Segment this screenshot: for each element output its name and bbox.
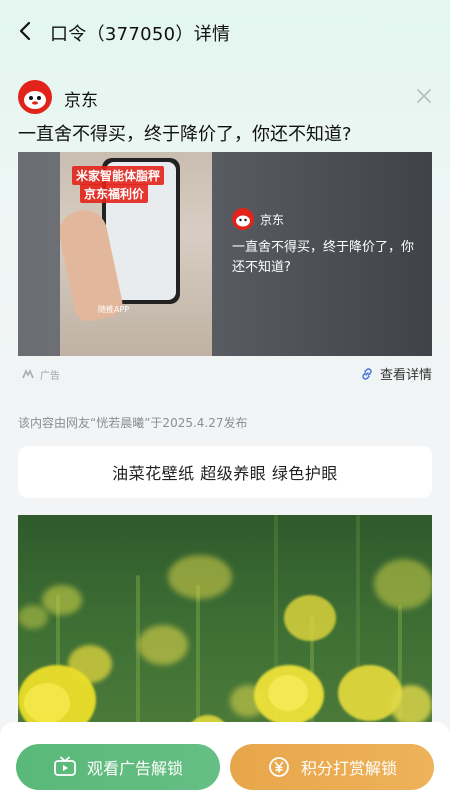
ad-headline[interactable]: 一直舍不得买，终于降价了，你还不知道? bbox=[18, 120, 352, 146]
ad-brand-name: 京东 bbox=[64, 91, 98, 111]
view-details-label: 查看详情 bbox=[379, 368, 432, 383]
ad-footer: 广告 查看详情 bbox=[18, 364, 432, 384]
video-watermark: 随推APP bbox=[98, 305, 130, 314]
ad-label: 广告 bbox=[40, 371, 60, 382]
back-button[interactable] bbox=[14, 20, 36, 42]
page-title: 口令（377050）详情 bbox=[50, 24, 231, 45]
ad-video-frame: 米家智能体脂秤 京东福利价 随推APP bbox=[60, 152, 212, 356]
overlay-text: 一直舍不得买，终于降价了，你还不知道? bbox=[232, 240, 415, 275]
watch-ad-unlock-button[interactable]: 观看广告解锁 bbox=[16, 744, 220, 790]
publish-info: 该内容由网友“恍若晨曦”于2025.4.27发布 bbox=[18, 416, 248, 430]
video-caption-line1: 米家智能体脂秤 bbox=[72, 166, 165, 185]
yen-coin-icon bbox=[269, 757, 289, 777]
bottom-action-bar: 观看广告解锁 积分打赏解锁 bbox=[0, 722, 450, 800]
link-icon bbox=[362, 367, 372, 380]
overlay-brand-name: 京东 bbox=[260, 213, 285, 227]
view-details-link[interactable]: 查看详情 bbox=[360, 364, 432, 383]
content-title-card: 油菜花壁纸 超级养眼 绿色护眼 bbox=[18, 446, 432, 498]
points-reward-unlock-label: 积分打赏解锁 bbox=[300, 759, 397, 778]
watch-ad-unlock-label: 观看广告解锁 bbox=[86, 759, 183, 778]
top-nav-bar: 口令（377050）详情 bbox=[0, 0, 450, 62]
close-icon[interactable] bbox=[416, 88, 432, 104]
points-reward-unlock-button[interactable]: 积分打赏解锁 bbox=[230, 744, 434, 790]
tv-play-icon bbox=[54, 756, 76, 776]
jd-logo-icon bbox=[18, 80, 52, 114]
ad-mark-icon bbox=[22, 369, 34, 379]
ad-media-blur-strip bbox=[18, 152, 60, 356]
ad-brand-row[interactable]: 京东 bbox=[18, 80, 432, 114]
ad-video-banner[interactable]: 米家智能体脂秤 京东福利价 随推APP 京东 一直舍不得买，终于降价了，你还不知… bbox=[18, 152, 432, 356]
overlay-jd-logo-icon bbox=[232, 208, 254, 230]
back-arrow-icon bbox=[19, 21, 31, 41]
video-caption-line2: 京东福利价 bbox=[80, 184, 149, 203]
